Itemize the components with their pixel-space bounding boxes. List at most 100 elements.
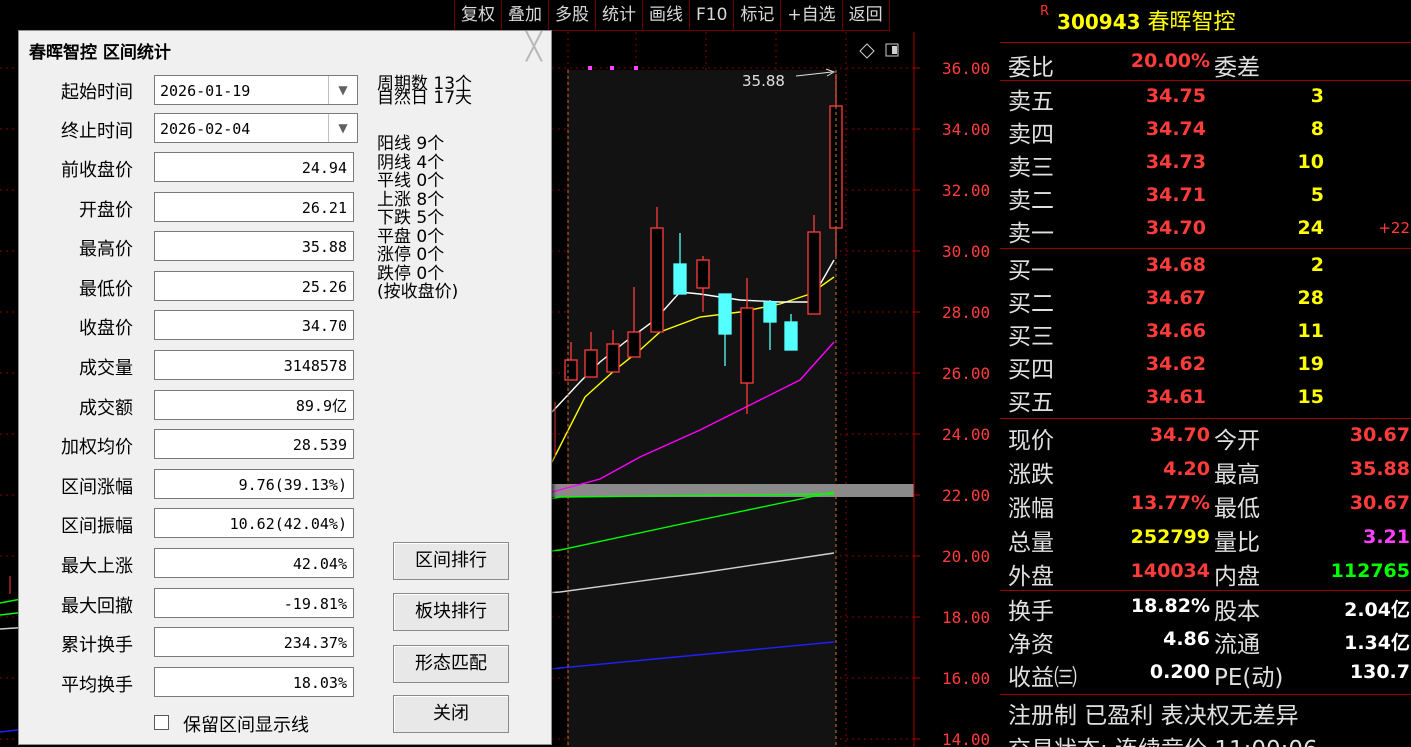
toolbar-f10[interactable]: F10 — [689, 0, 735, 31]
stat-field-value[interactable]: 35.88 — [154, 231, 354, 262]
quote-stat-label: 内盘 — [1214, 564, 1260, 590]
fin-stat-value: 18.82% — [1130, 595, 1210, 617]
fin-stat-value: 130.7 — [1349, 661, 1410, 683]
chevron-down-icon[interactable]: ▼ — [328, 76, 357, 104]
quote-stat-value: 30.67 — [1349, 424, 1410, 446]
quote-stat-label: 总量 — [1008, 530, 1054, 556]
quote-stat-label: 涨幅 — [1008, 496, 1054, 522]
stat-field-value[interactable]: 25.26 — [154, 270, 354, 301]
candle-body — [627, 331, 641, 358]
bid-price: 34.66 — [1145, 320, 1206, 342]
stat-field-value[interactable]: 89.9亿 — [154, 389, 354, 420]
quote-stat-value: 140034 — [1130, 560, 1210, 582]
stat-field-label: 开盘价 — [79, 199, 133, 221]
toolbar-back[interactable]: 返回 — [841, 0, 890, 31]
stat-field-value[interactable]: 42.04% — [154, 548, 354, 578]
stat-field-value[interactable]: 34.70 — [154, 310, 354, 341]
stat-field-label: 最大上涨 — [61, 556, 133, 577]
stat-field-value[interactable]: 10.62(42.04%) — [154, 508, 354, 539]
toolbar-overlay[interactable]: 叠加 — [501, 0, 549, 31]
toolbar-add-watchlist[interactable]: +自选 — [780, 0, 843, 31]
bid-volume: 15 — [1297, 386, 1324, 408]
divider — [1000, 418, 1411, 419]
close-icon[interactable]: ╳ — [521, 34, 547, 61]
bid-level-label: 买四 — [1008, 357, 1054, 383]
price-tick-label: 16.00 — [942, 669, 990, 688]
ask-change: +22 — [1378, 219, 1410, 237]
ask-volume: 5 — [1310, 184, 1324, 206]
stat-field-value[interactable]: 3148578 — [154, 350, 354, 380]
stat-field-value[interactable]: 26.21 — [154, 191, 354, 222]
quote-stat-label: 外盘 — [1008, 564, 1054, 590]
range-rank-button[interactable]: 区间排行 — [393, 542, 509, 580]
candle-stat-line: 下跌 5个 — [377, 208, 445, 228]
stat-field-label: 成交量 — [79, 358, 133, 379]
ask-price: 34.74 — [1145, 118, 1206, 140]
ask-price: 34.75 — [1145, 85, 1206, 107]
toolbar-multi-stock[interactable]: 多股 — [548, 0, 596, 31]
sector-rank-button[interactable]: 板块排行 — [393, 593, 509, 631]
fin-stat-value: 0.200 — [1149, 661, 1210, 683]
ask-volume: 10 — [1297, 151, 1324, 173]
candle-body — [584, 349, 598, 378]
stat-field-value[interactable]: 18.03% — [154, 666, 354, 697]
ask-volume: 3 — [1310, 85, 1324, 107]
ask-price: 34.73 — [1145, 151, 1206, 173]
start-date-picker[interactable]: 2026-01-19 ▼ — [154, 75, 358, 105]
stat-field-label: 最高价 — [79, 239, 133, 261]
toolbar-fuquan[interactable]: 复权 — [454, 0, 502, 31]
bid-volume: 19 — [1297, 353, 1324, 375]
fin-stat-label: 收益㈢ — [1008, 665, 1077, 691]
fin-stat-label: 净资 — [1008, 632, 1054, 658]
ask-volume: 8 — [1310, 118, 1324, 140]
quote-stat-label: 最高 — [1214, 462, 1260, 488]
candle-body — [564, 359, 578, 381]
diamond-icon[interactable] — [859, 43, 875, 59]
divider — [1000, 80, 1411, 81]
price-tick-label: 26.00 — [942, 364, 990, 383]
price-tick-label: 28.00 — [942, 303, 990, 322]
weicha-label: 委差 — [1214, 55, 1260, 81]
candle-stat-line: 涨停 0个 — [377, 245, 445, 265]
dialog-title-bar[interactable]: 春晖智控 区间统计 ╳ — [19, 31, 551, 67]
stat-field-label: 前收盘价 — [61, 160, 133, 181]
bid-price: 34.61 — [1145, 386, 1206, 408]
stock-code: 300943 — [1057, 10, 1141, 34]
candle-stat-line: 阴线 4个 — [377, 152, 445, 173]
stat-field-label: 最低价 — [79, 278, 133, 300]
stat-field-value[interactable]: 234.37% — [154, 627, 354, 658]
keep-range-checkbox[interactable] — [154, 715, 169, 730]
price-tick-label: 24.00 — [942, 425, 990, 444]
quote-stat-label: 量比 — [1214, 530, 1260, 556]
stat-field-label: 累计换手 — [61, 635, 133, 657]
candle-body — [807, 231, 821, 315]
marker-dot — [634, 66, 638, 70]
candle-stat-line: 跌停 0个 — [377, 263, 445, 284]
end-date-picker[interactable]: 2026-02-04 ▼ — [154, 113, 358, 143]
stat-field-value[interactable]: 28.539 — [154, 429, 354, 460]
candle-stat-line: 平盘 0个 — [377, 226, 445, 247]
close-button[interactable]: 关闭 — [393, 695, 509, 733]
candle-body — [763, 301, 777, 323]
stat-field-value[interactable]: 9.76(39.13%) — [154, 468, 354, 499]
ask-level-label: 卖四 — [1008, 122, 1054, 148]
bid-price: 34.68 — [1145, 254, 1206, 276]
stat-field-label: 成交额 — [79, 397, 133, 419]
quote-stat-value: 3.21 — [1363, 526, 1410, 548]
end-time-label: 终止时间 — [61, 121, 133, 142]
pattern-match-button[interactable]: 形态匹配 — [393, 645, 509, 683]
end-date-value: 2026-02-04 — [160, 120, 251, 138]
fin-stat-value: 2.04亿 — [1344, 599, 1410, 621]
toolbar-draw-line[interactable]: 画线 — [642, 0, 690, 31]
price-axis: 36.00 34.00 32.00 30.00 28.00 26.00 24.00 22.00… — [914, 59, 990, 747]
stat-field-value[interactable]: 24.94 — [154, 152, 354, 182]
toolbar-statistics[interactable]: 统计 — [595, 0, 643, 31]
stat-field-label: 加权均价 — [61, 437, 133, 459]
chevron-down-icon[interactable]: ▼ — [328, 114, 357, 142]
dialog-title: 春晖智控 区间统计 — [29, 43, 171, 63]
candle-body — [696, 259, 710, 289]
start-time-label: 起始时间 — [61, 82, 133, 103]
toolbar-mark[interactable]: 标记 — [733, 0, 782, 31]
stat-field-value[interactable]: -19.81% — [154, 587, 354, 618]
bid-level-label: 买二 — [1008, 291, 1054, 317]
